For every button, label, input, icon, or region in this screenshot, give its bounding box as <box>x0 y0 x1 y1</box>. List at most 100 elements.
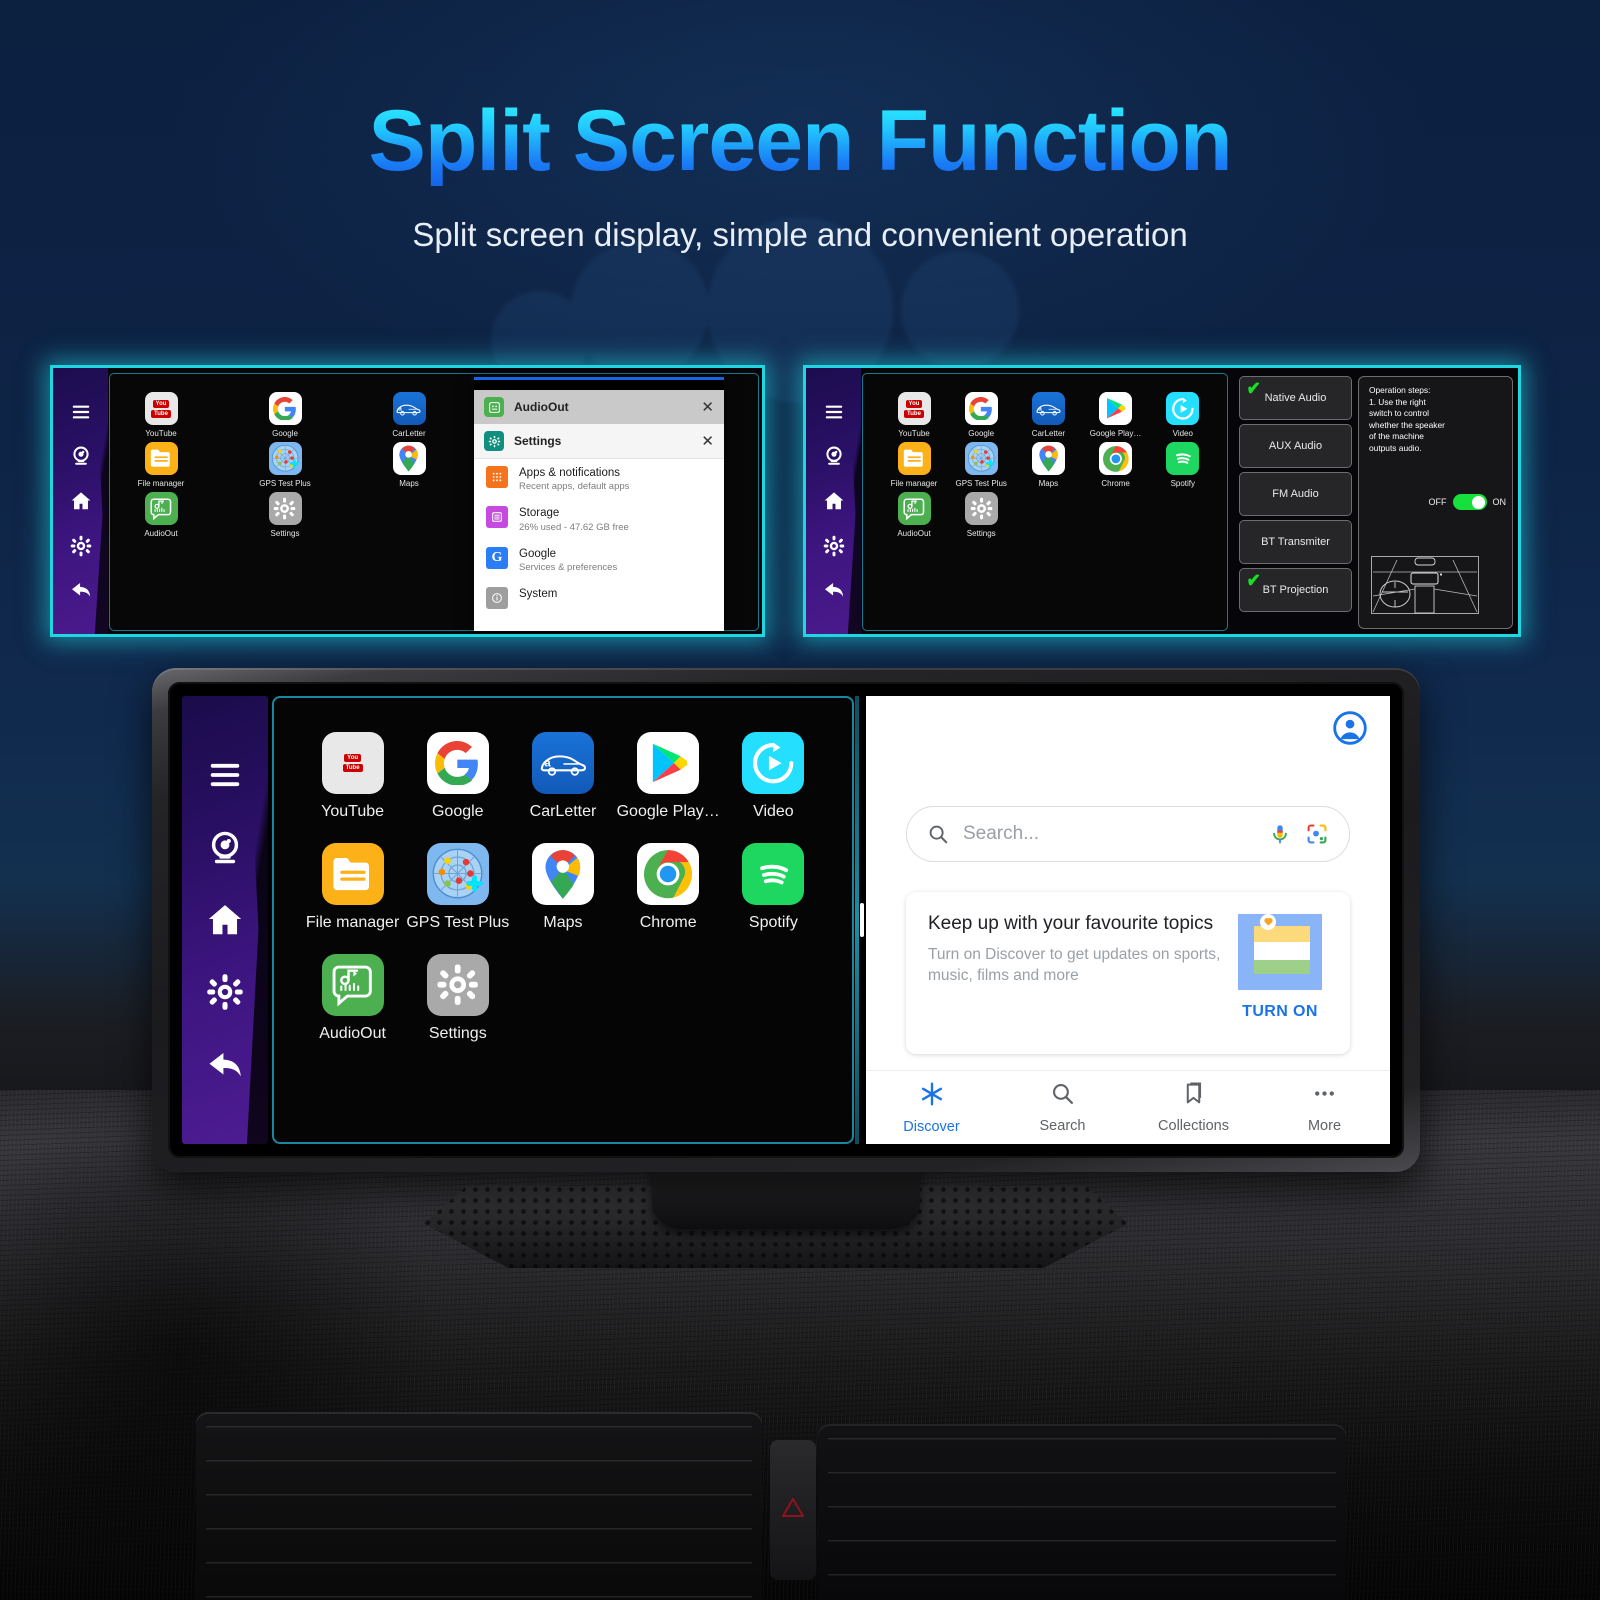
app-label: YouTube <box>898 429 930 438</box>
audio-option-native-audio[interactable]: ✔ Native Audio <box>1239 376 1352 420</box>
file-manager-icon <box>144 442 178 475</box>
audio-option-fm-audio[interactable]: FM Audio <box>1239 472 1352 516</box>
operation-steps-panel: Operation steps: 1. Use the right switch… <box>1358 376 1513 629</box>
app-tile[interactable]: Google <box>252 392 318 438</box>
app-grid: YouTube YouTube Google a CarLetter Google Pla… <box>863 374 1227 538</box>
app-tile[interactable]: Video <box>721 732 826 821</box>
audio-option-label: Native Audio <box>1264 392 1327 404</box>
speaker-output-toggle[interactable] <box>1452 494 1487 510</box>
app-tile[interactable]: File manager <box>300 843 405 932</box>
app-tile[interactable]: Spotify <box>721 843 826 932</box>
app-tile[interactable]: Settings <box>405 954 510 1043</box>
settings-item-subtitle: 26% used - 47.62 GB free <box>519 521 629 533</box>
discover-asterisk-icon <box>919 1081 945 1112</box>
settings-gear-icon[interactable] <box>70 535 92 557</box>
home-icon[interactable] <box>70 490 92 512</box>
google-play-icon <box>1099 392 1133 425</box>
camera-icon[interactable] <box>70 445 92 467</box>
app-tile[interactable]: a CarLetter <box>376 392 442 438</box>
menu-icon[interactable] <box>206 756 244 794</box>
google-lens-icon[interactable] <box>1305 822 1329 846</box>
main-sidebar-rail <box>182 696 268 1144</box>
back-arrow-icon[interactable] <box>823 579 845 601</box>
video-icon <box>742 732 805 794</box>
svg-text:a: a <box>544 758 551 770</box>
app-tile[interactable]: Video <box>1150 392 1216 438</box>
settings-gear-icon[interactable] <box>823 535 845 557</box>
home-icon[interactable] <box>823 490 845 512</box>
discover-promo-card[interactable]: Keep up with your favourite topics Turn … <box>906 892 1350 1054</box>
camera-icon[interactable] <box>823 445 845 467</box>
app-tile[interactable]: You Tube YouTube <box>881 392 947 438</box>
settings-list-item[interactable]: Storage 26% used - 47.62 GB free <box>474 499 724 539</box>
google-nav-search[interactable]: Search <box>997 1071 1128 1144</box>
back-arrow-icon[interactable] <box>206 1046 244 1084</box>
app-tile[interactable]: Settings <box>948 492 1014 538</box>
close-icon[interactable]: ✕ <box>701 434 714 449</box>
google-icon <box>268 392 302 425</box>
google-nav-more[interactable]: More <box>1259 1071 1390 1144</box>
app-tile[interactable]: You Tube YouTube <box>300 732 405 821</box>
apps-grid-icon <box>486 466 508 488</box>
app-label: Chrome <box>639 914 697 931</box>
back-arrow-icon[interactable] <box>70 579 92 601</box>
app-tile[interactable]: Google Play… <box>1083 392 1149 438</box>
app-tile[interactable]: a CarLetter <box>510 732 615 821</box>
app-tile[interactable]: Maps <box>510 843 615 932</box>
settings-item-title: Google <box>519 547 557 560</box>
gps-test-plus-icon <box>268 442 302 475</box>
app-tile[interactable]: AudioOut <box>300 954 405 1043</box>
settings-list-item[interactable]: System <box>474 580 724 616</box>
hazard-light-button[interactable] <box>770 1440 816 1580</box>
google-app-panel: Search... Keep up with your favourite to… <box>866 696 1390 1144</box>
google-nav-discover[interactable]: Discover <box>866 1071 997 1144</box>
search-icon <box>1050 1081 1075 1111</box>
check-icon: ✔ <box>1245 377 1261 401</box>
youtube-icon: You Tube <box>897 392 931 425</box>
app-tile[interactable]: AudioOut <box>881 492 947 538</box>
audio-option-bt-transmiter[interactable]: BT Transmiter <box>1239 520 1352 564</box>
home-icon[interactable] <box>206 901 244 939</box>
sidebar-rail <box>53 368 108 634</box>
app-tile[interactable]: Google <box>948 392 1014 438</box>
app-launcher-area: YouTube YouTube Google a CarLetter Google Pla… <box>862 373 1228 631</box>
app-tile[interactable]: Maps <box>376 442 442 488</box>
menu-icon[interactable] <box>70 401 92 423</box>
app-tile[interactable]: Maps <box>1015 442 1081 488</box>
divider-drag-handle[interactable] <box>860 903 864 937</box>
app-tile[interactable]: File manager <box>128 442 194 488</box>
settings-list-item[interactable]: Apps & notifications Recent apps, default… <box>474 459 724 499</box>
app-tile[interactable]: Spotify <box>1150 442 1216 488</box>
app-label: AudioOut <box>144 529 178 538</box>
app-tile[interactable]: Google Play… <box>616 732 721 821</box>
camera-icon[interactable] <box>206 829 244 867</box>
app-tile[interactable]: Chrome <box>1083 442 1149 488</box>
close-icon[interactable]: ✕ <box>701 400 714 415</box>
search-input[interactable]: Search... <box>906 806 1350 862</box>
app-tile[interactable]: AudioOut <box>128 492 194 538</box>
audio-option-aux-audio[interactable]: AUX Audio <box>1239 424 1352 468</box>
microphone-icon[interactable] <box>1269 823 1291 845</box>
app-tile[interactable]: File manager <box>881 442 947 488</box>
app-tile[interactable]: GPS Test Plus <box>252 442 318 488</box>
app-tile[interactable]: a CarLetter <box>1015 392 1081 438</box>
app-tile[interactable]: Chrome <box>616 843 721 932</box>
app-tile[interactable]: Settings <box>252 492 318 538</box>
toggle-on-label: ON <box>1492 497 1507 507</box>
account-avatar-icon[interactable] <box>1332 710 1368 746</box>
audio-option-bt-projection[interactable]: ✔ BT Projection <box>1239 568 1352 612</box>
app-label: CarLetter <box>1031 429 1066 438</box>
app-label: Maps <box>543 914 583 931</box>
turn-on-button[interactable]: TURN ON <box>1242 1003 1318 1021</box>
app-tile[interactable]: GPS Test Plus <box>405 843 510 932</box>
audioout-icon <box>897 492 931 525</box>
google-nav-collections[interactable]: Collections <box>1128 1071 1259 1144</box>
menu-icon[interactable] <box>823 401 845 423</box>
split-screen-divider[interactable] <box>854 696 866 1144</box>
settings-list-item[interactable]: G Google Services & preferences <box>474 540 724 580</box>
settings-gear-icon[interactable] <box>206 973 244 1011</box>
app-tile[interactable]: Google <box>405 732 510 821</box>
speaker-output-toggle-row: OFF ON <box>1429 494 1507 510</box>
app-tile[interactable]: You Tube YouTube <box>128 392 194 438</box>
app-tile[interactable]: GPS Test Plus <box>948 442 1014 488</box>
